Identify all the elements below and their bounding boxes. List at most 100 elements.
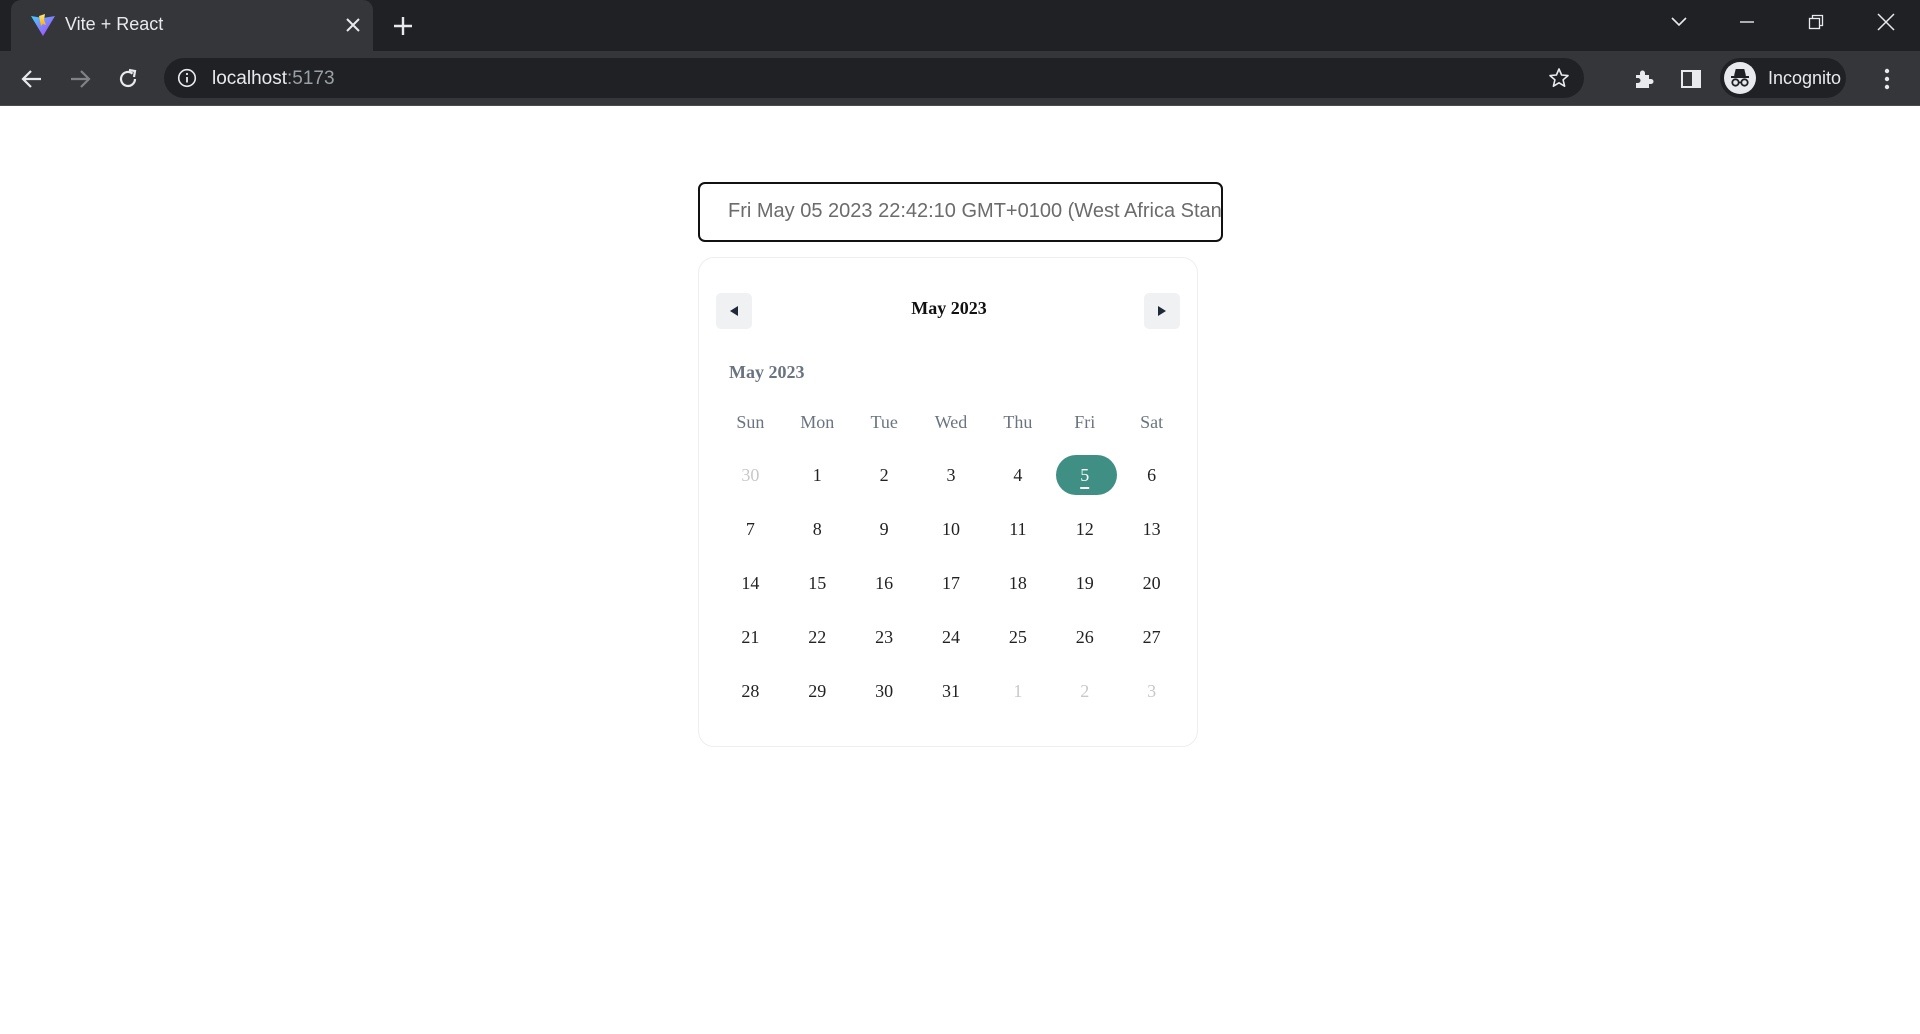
calendar-day[interactable]: 4 bbox=[984, 455, 1051, 495]
weekday-label: Mon bbox=[800, 412, 835, 432]
calendar-day[interactable]: 22 bbox=[784, 617, 851, 657]
calendar-day[interactable]: 24 bbox=[918, 617, 985, 657]
close-window-button[interactable] bbox=[1866, 6, 1906, 38]
calendar-day[interactable]: 23 bbox=[851, 617, 918, 657]
calendar-day[interactable]: 26 bbox=[1051, 617, 1118, 657]
calendar-day-outside[interactable]: 2 bbox=[1051, 671, 1118, 711]
calendar-day-number: 8 bbox=[812, 518, 822, 539]
browser-tab[interactable]: Vite + React bbox=[11, 0, 373, 51]
calendar-day-number: 15 bbox=[808, 572, 827, 593]
calendar-day-outside[interactable]: 30 bbox=[717, 455, 784, 495]
url-text[interactable]: localhost:5173 bbox=[212, 68, 335, 90]
calendar-day-number: 30 bbox=[875, 680, 894, 701]
calendar-week-row: 28 29 30 31 1 2 3 bbox=[717, 671, 1185, 725]
bookmark-star-icon[interactable] bbox=[1548, 67, 1570, 89]
calendar-days-grid: 30 1 2 3 4 5 6 7 8 9 10 11 12 13 14 15 16 17 18 19 20 21 22 23 2… bbox=[717, 455, 1185, 725]
calendar-day[interactable]: 1 bbox=[784, 455, 851, 495]
calendar-day[interactable]: 3 bbox=[918, 455, 985, 495]
arrow-right-icon bbox=[71, 70, 91, 88]
calendar-day-number: 18 bbox=[1008, 572, 1027, 593]
calendar-day[interactable]: 6 bbox=[1118, 455, 1185, 495]
weekday-label: Wed bbox=[934, 412, 968, 432]
minimize-button[interactable] bbox=[1727, 6, 1767, 38]
info-icon[interactable] bbox=[177, 68, 197, 88]
calendar-day[interactable]: 28 bbox=[717, 671, 784, 711]
calendar-day[interactable]: 21 bbox=[717, 617, 784, 657]
tab-search-button[interactable] bbox=[1659, 6, 1699, 38]
calendar-day-number: 24 bbox=[942, 626, 960, 647]
calendar-day[interactable]: 31 bbox=[918, 671, 985, 711]
calendar-day[interactable]: 9 bbox=[851, 509, 918, 549]
reload-button[interactable] bbox=[112, 63, 144, 95]
calendar-day-number: 16 bbox=[875, 572, 894, 593]
calendar-day-number: 3 bbox=[1147, 680, 1157, 701]
calendar-day[interactable]: 2 bbox=[851, 455, 918, 495]
calendar-day[interactable]: 19 bbox=[1051, 563, 1118, 603]
incognito-profile-button[interactable]: Incognito bbox=[1720, 58, 1846, 98]
calendar-day[interactable]: 10 bbox=[918, 509, 985, 549]
new-tab-button[interactable] bbox=[389, 12, 417, 40]
calendar-day[interactable]: 17 bbox=[918, 563, 985, 603]
calendar-day-number: 14 bbox=[741, 572, 760, 593]
calendar-week-row: 7 8 9 10 11 12 13 bbox=[717, 509, 1185, 563]
calendar-day-number: 10 bbox=[942, 518, 960, 539]
reload-icon bbox=[119, 68, 137, 88]
incognito-icon bbox=[1724, 62, 1756, 94]
side-panel-button[interactable] bbox=[1676, 64, 1706, 94]
calendar-day-number: 30 bbox=[741, 464, 760, 485]
calendar-day-selected[interactable]: 5 bbox=[1051, 455, 1118, 495]
calendar-day-number: 28 bbox=[741, 680, 760, 701]
vite-logo-icon bbox=[31, 14, 55, 36]
browser-tabstrip: Vite + React bbox=[0, 0, 1920, 51]
weekday-label: Sun bbox=[736, 412, 765, 432]
calendar-day[interactable]: 30 bbox=[851, 671, 918, 711]
calendar-day-number: 17 bbox=[942, 572, 960, 593]
calendar-day[interactable]: 16 bbox=[851, 563, 918, 603]
calendar-day[interactable]: 27 bbox=[1118, 617, 1185, 657]
extensions-button[interactable] bbox=[1629, 64, 1659, 94]
calendar-day[interactable]: 29 bbox=[784, 671, 851, 711]
calendar-month-header: May 2023 bbox=[911, 298, 987, 318]
address-bar[interactable]: localhost:5173 bbox=[164, 58, 1584, 98]
calendar-day-number: 5 bbox=[1080, 464, 1090, 485]
restore-button[interactable] bbox=[1796, 6, 1836, 38]
calendar-day-number: 20 bbox=[1142, 572, 1161, 593]
calendar-day[interactable]: 12 bbox=[1051, 509, 1118, 549]
calendar-day[interactable]: 25 bbox=[984, 617, 1051, 657]
weekday-header-row: Sun Mon Tue Wed Thu Fri Sat bbox=[717, 412, 1185, 433]
calendar-day[interactable]: 7 bbox=[717, 509, 784, 549]
tab-close-icon[interactable] bbox=[341, 13, 365, 37]
calendar-day-number: 9 bbox=[879, 518, 889, 539]
calendar-day-outside[interactable]: 1 bbox=[984, 671, 1051, 711]
calendar-day-number: 26 bbox=[1075, 626, 1094, 647]
calendar-day-number: 27 bbox=[1142, 626, 1161, 647]
calendar-day[interactable]: 20 bbox=[1118, 563, 1185, 603]
calendar-day-outside[interactable]: 3 bbox=[1118, 671, 1185, 711]
close-icon bbox=[1877, 13, 1895, 31]
restore-icon bbox=[1808, 14, 1824, 30]
tab-title: Vite + React bbox=[65, 14, 164, 34]
back-button[interactable] bbox=[16, 63, 48, 95]
calendar-day[interactable]: 13 bbox=[1118, 509, 1185, 549]
date-picker-calendar: May 2023 May 2023 Sun Mon Tue Wed Thu Fr… bbox=[698, 257, 1198, 747]
calendar-day-number: 11 bbox=[1009, 518, 1027, 539]
calendar-day-number: 23 bbox=[875, 626, 894, 647]
calendar-day[interactable]: 18 bbox=[984, 563, 1051, 603]
chrome-menu-button[interactable] bbox=[1872, 64, 1902, 94]
calendar-day[interactable]: 14 bbox=[717, 563, 784, 603]
forward-button[interactable] bbox=[64, 63, 96, 95]
calendar-day-number: 6 bbox=[1147, 464, 1157, 485]
url-host: localhost bbox=[212, 68, 287, 89]
caret-right-icon bbox=[1158, 306, 1166, 316]
calendar-day-number: 25 bbox=[1008, 626, 1027, 647]
next-month-button[interactable] bbox=[1144, 293, 1180, 329]
calendar-day[interactable]: 11 bbox=[984, 509, 1051, 549]
calendar-day-number: 13 bbox=[1142, 518, 1161, 539]
calendar-day[interactable]: 8 bbox=[784, 509, 851, 549]
date-input[interactable]: Fri May 05 2023 22:42:10 GMT+0100 (West … bbox=[698, 182, 1223, 242]
calendar-day[interactable]: 15 bbox=[784, 563, 851, 603]
calendar-week-row: 30 1 2 3 4 5 6 bbox=[717, 455, 1185, 509]
weekday-label: Fri bbox=[1074, 412, 1096, 432]
calendar-day-number: 12 bbox=[1075, 518, 1094, 539]
minimize-icon bbox=[1740, 21, 1754, 23]
